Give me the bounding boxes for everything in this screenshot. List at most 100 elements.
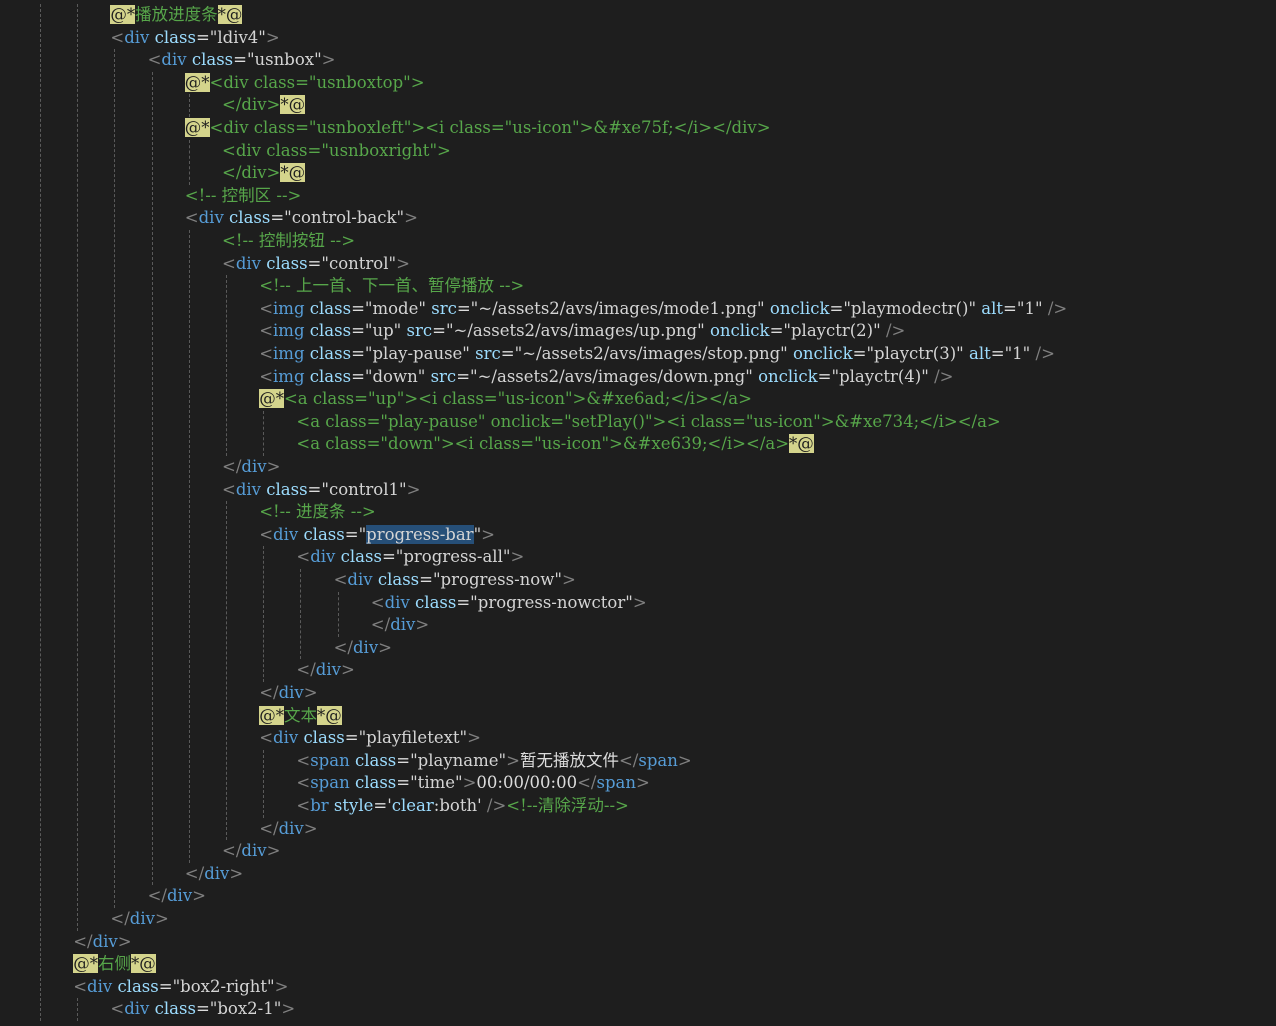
code-line[interactable]: </div> — [148, 885, 206, 908]
code-token: > — [677, 750, 692, 770]
code-token: "~/assets2/avs/images/stop.png" — [514, 344, 788, 363]
code-token: > — [340, 660, 355, 680]
code-token: < — [296, 547, 311, 567]
indent-guide — [263, 546, 265, 682]
code-line[interactable]: <div class="progress-bar"> — [259, 524, 495, 547]
code-token: img — [273, 298, 305, 318]
code-token: </ — [259, 683, 279, 702]
code-token: *@ — [280, 163, 306, 183]
code-line[interactable]: <img class="up" src="~/assets2/avs/image… — [259, 320, 905, 343]
code-line[interactable]: <br style='clear:both' /><!--清除浮动--> — [296, 795, 628, 818]
code-line[interactable]: </div> — [73, 931, 131, 954]
code-line[interactable]: </div>*@ — [222, 94, 306, 117]
code-line[interactable]: @*<div class="usnboxleft"><i class="us-i… — [184, 117, 771, 140]
code-token: <!--清除浮动--> — [506, 796, 629, 815]
code-line[interactable]: <div class="box2-right"> — [73, 976, 288, 999]
code-token: "ldiv4" — [209, 27, 266, 47]
code-line[interactable]: <div class="control"> — [222, 253, 410, 276]
code-line[interactable]: @*右侧*@ — [73, 953, 156, 976]
code-line[interactable]: <a class="play-pause" onclick="setPlay()… — [296, 411, 1000, 434]
code-token: /> — [1035, 344, 1055, 363]
code-line[interactable]: @*<a class="up"><i class="us-icon">&#xe6… — [259, 388, 752, 411]
code-line[interactable]: <div class="box2-1"> — [110, 998, 295, 1021]
code-line[interactable]: <!-- 控制按钮 --> — [222, 230, 355, 253]
code-token: "playmodectr()" — [843, 298, 977, 318]
code-token: <!-- 进度条 --> — [259, 502, 376, 522]
code-line[interactable]: </div> — [296, 659, 354, 682]
indent-guide — [77, 4, 79, 931]
code-line[interactable]: </div> — [334, 637, 392, 660]
code-token: span — [596, 773, 636, 793]
code-line[interactable]: </div> — [110, 908, 168, 931]
code-line[interactable]: </div> — [185, 863, 243, 886]
code-line[interactable]: <div class="progress-nowctor"> — [371, 592, 647, 615]
code-token: </div> — [222, 95, 281, 115]
code-token: > — [266, 457, 281, 476]
code-token: clear — [391, 796, 434, 815]
code-line[interactable]: <a class="down"><i class="us-icon">&#xe6… — [296, 433, 814, 456]
code-line[interactable]: @*<div class="usnboxtop"> — [184, 72, 425, 95]
code-token: "control-back" — [284, 208, 405, 228]
code-token: > — [635, 773, 650, 793]
code-line[interactable]: @*播放进度条*@ — [110, 4, 243, 27]
code-token: class — [266, 253, 308, 273]
code-token: div — [92, 931, 118, 951]
code-line[interactable]: <img class="down" src="~/assets2/avs/ima… — [259, 366, 953, 389]
code-line[interactable]: <!-- 上一首、下一首、暂停播放 --> — [259, 275, 524, 298]
code-token: div — [278, 818, 304, 838]
code-token: </ — [577, 773, 597, 793]
code-line[interactable]: <div class="control1"> — [222, 479, 420, 502]
code-line[interactable]: <span class="playname">暂无播放文件</span> — [296, 750, 691, 773]
code-line[interactable]: </div> — [222, 840, 280, 863]
code-line[interactable]: </div> — [259, 682, 317, 705]
indent-guide — [263, 749, 265, 818]
code-token: @* — [184, 118, 210, 137]
code-token: = — [456, 366, 471, 386]
code-line[interactable]: </div> — [371, 614, 429, 637]
code-token: = — [270, 208, 285, 228]
code-token: > — [266, 841, 281, 861]
code-token: div — [129, 909, 155, 928]
code-line[interactable]: <img class="play-pause" src="~/assets2/a… — [259, 343, 1055, 366]
code-token: div — [124, 27, 150, 47]
code-line[interactable]: <div class="ldiv4"> — [110, 27, 279, 50]
code-token: both' — [439, 796, 482, 815]
indent-guide — [226, 501, 227, 841]
code-line[interactable]: <span class="time">00:00/00:00</span> — [296, 772, 649, 795]
code-line[interactable]: <div class="progress-all"> — [296, 546, 524, 569]
code-line[interactable]: <img class="mode" src="~/assets2/avs/ima… — [259, 298, 1067, 321]
code-token: span — [310, 750, 350, 770]
code-token: > — [406, 479, 421, 499]
code-token: > — [632, 592, 647, 612]
code-token: <!-- 控制按钮 --> — [222, 231, 356, 250]
code-token: <div class="usnboxtop"> — [209, 72, 425, 92]
code-line[interactable]: </div>*@ — [222, 162, 306, 185]
code-token: "playfiletext" — [358, 728, 468, 748]
code-line[interactable]: @*文本*@ — [259, 705, 342, 728]
code-token: "box2-right" — [172, 976, 275, 996]
code-token: *@ — [217, 5, 243, 24]
code-token: progress-bar — [366, 524, 474, 544]
code-token: span — [638, 750, 678, 770]
code-editor[interactable]: @*播放进度条*@ <div class="ldiv4"> <div class="… — [0, 0, 1276, 1026]
code-line[interactable]: <div class="usnboxright"> — [222, 140, 451, 163]
code-token: = — [195, 27, 210, 47]
code-line[interactable]: <div class="playfiletext"> — [259, 727, 481, 750]
code-token: div — [204, 863, 230, 883]
code-line[interactable]: <div class="control-back"> — [185, 207, 418, 230]
code-token: < — [296, 773, 311, 793]
code-line[interactable]: </div> — [222, 456, 280, 479]
code-token: "down" — [364, 366, 426, 386]
code-line[interactable]: <!-- 进度条 --> — [259, 501, 376, 524]
code-line[interactable]: <div class="progress-now"> — [334, 569, 576, 592]
code-line[interactable]: <div class="usnbox"> — [148, 49, 336, 72]
code-token: 文本 — [283, 705, 317, 725]
code-token: < — [333, 570, 348, 589]
code-line[interactable]: <!-- 控制区 --> — [185, 185, 302, 208]
code-token: div — [384, 592, 410, 612]
code-token: "control" — [321, 253, 397, 273]
code-line[interactable]: </div> — [259, 818, 317, 841]
code-token: > — [506, 750, 520, 770]
code-token: <a class="play-pause" onclick="setPlay()… — [296, 411, 1001, 431]
code-token: src — [406, 321, 433, 341]
